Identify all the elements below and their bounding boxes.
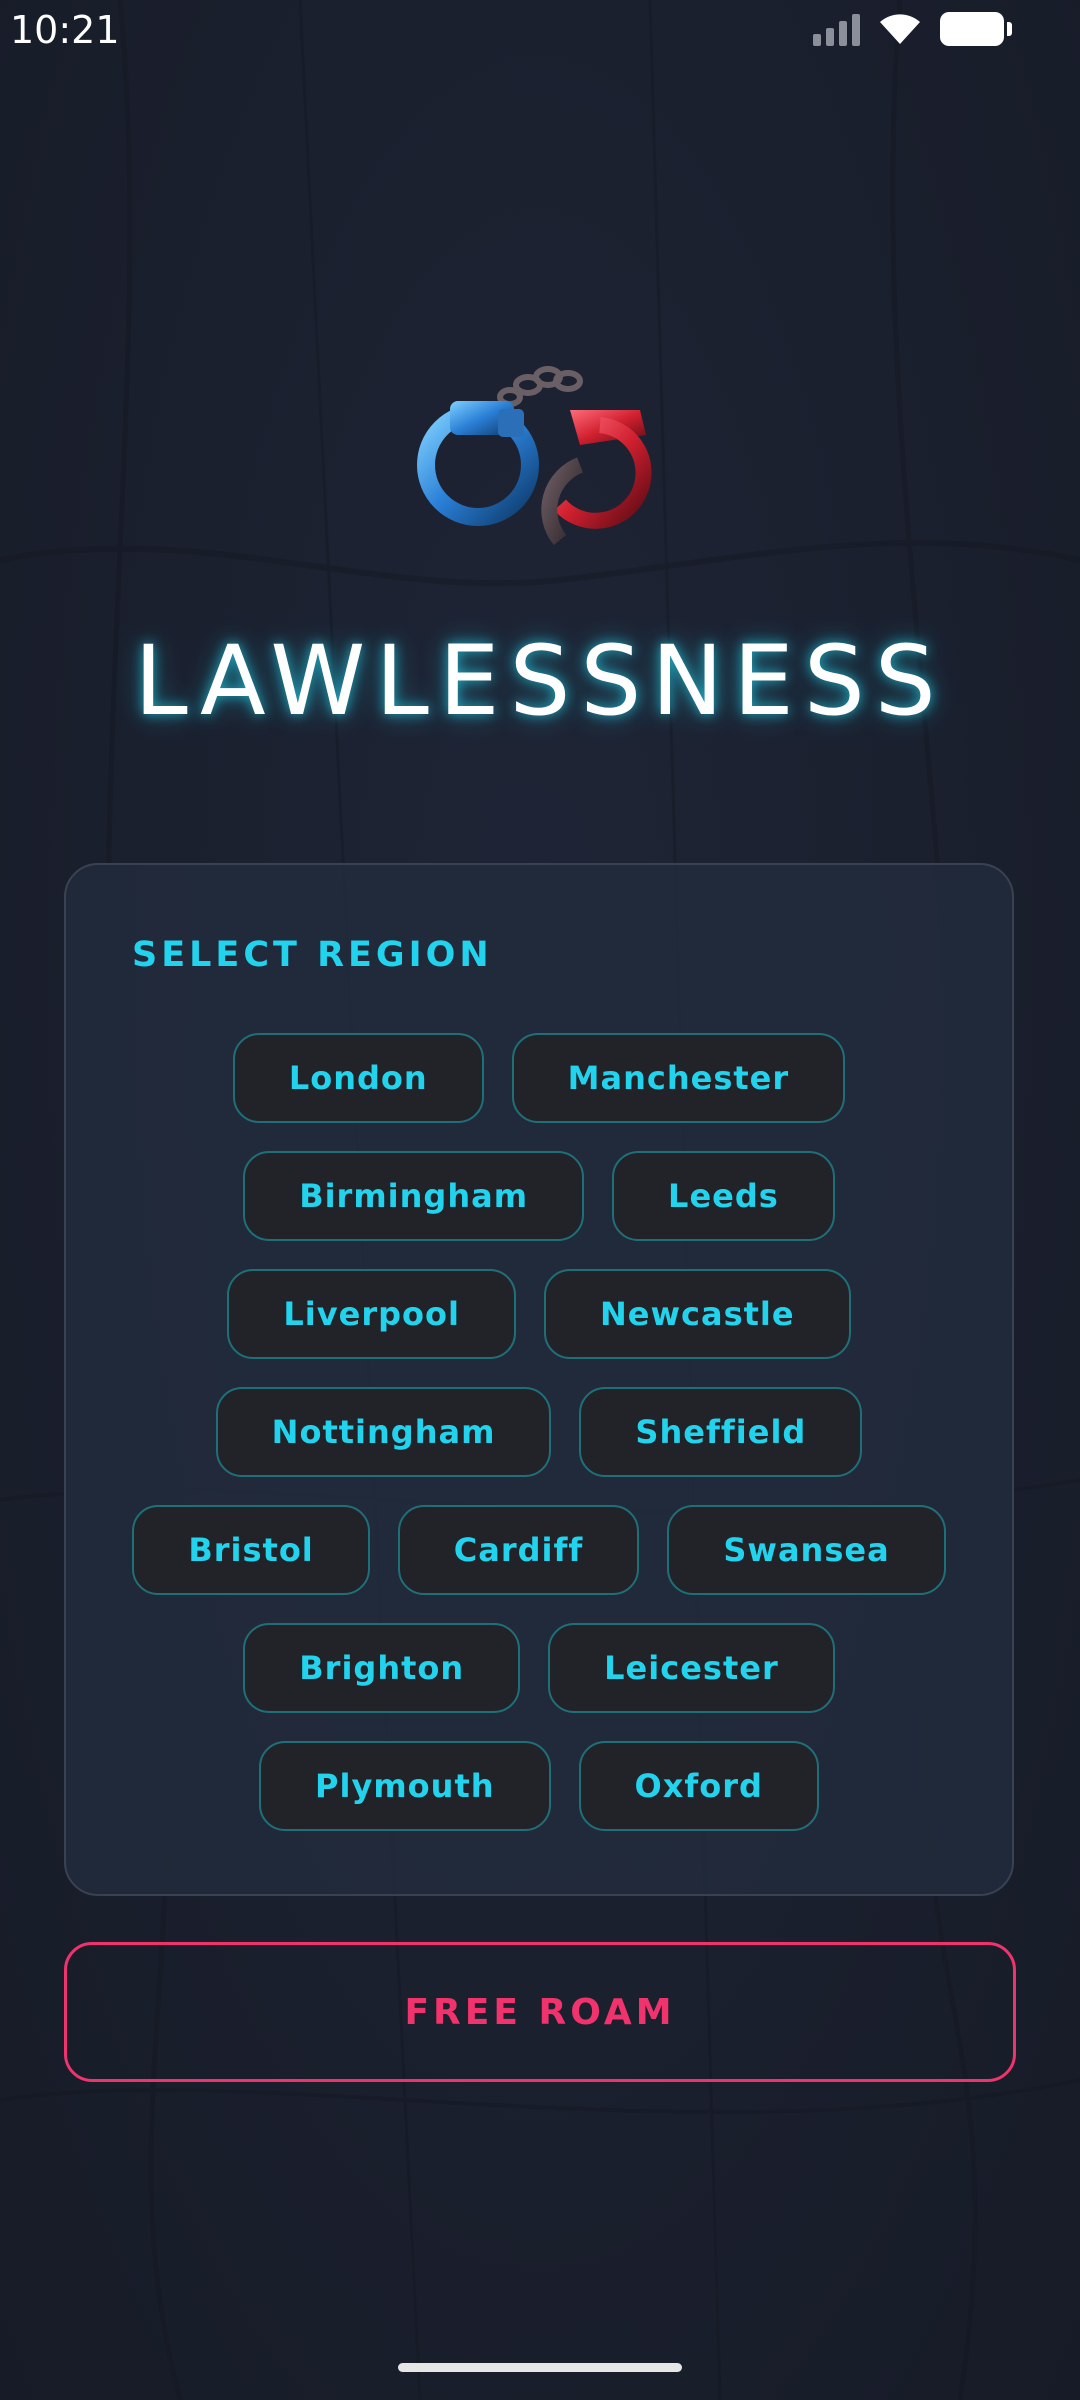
free-roam-button[interactable]: FREE ROAM xyxy=(64,1942,1016,2082)
region-chip-leeds[interactable]: Leeds xyxy=(612,1151,835,1241)
home-indicator[interactable] xyxy=(398,2363,682,2372)
region-chip-brighton[interactable]: Brighton xyxy=(243,1623,521,1713)
region-chip-row: Birmingham Leeds xyxy=(66,1151,1012,1241)
handcuffs-icon xyxy=(417,366,652,546)
app-screen: 10:21 LAWLESSNESS SELECT REGION London M… xyxy=(0,0,1080,2400)
battery-icon xyxy=(940,12,1012,46)
app-title: LAWLESSNESS xyxy=(134,625,946,737)
status-time: 10:21 xyxy=(10,8,120,52)
region-chip-row: Bristol Cardiff Swansea xyxy=(66,1505,1012,1595)
region-chip-row: Liverpool Newcastle xyxy=(66,1269,1012,1359)
region-chip-london[interactable]: London xyxy=(232,1033,484,1123)
region-chip-cardiff[interactable]: Cardiff xyxy=(397,1505,640,1595)
region-chip-birmingham[interactable]: Birmingham xyxy=(243,1151,585,1241)
region-chip-newcastle[interactable]: Newcastle xyxy=(543,1269,851,1359)
status-bar: 10:21 xyxy=(0,0,1080,62)
region-heading: SELECT REGION xyxy=(132,935,493,975)
region-chip-liverpool[interactable]: Liverpool xyxy=(227,1269,516,1359)
region-chip-sheffield[interactable]: Sheffield xyxy=(579,1387,863,1477)
region-select-card: SELECT REGION London Manchester Birmingh… xyxy=(64,863,1014,1896)
wifi-icon xyxy=(880,14,920,44)
region-chip-plymouth[interactable]: Plymouth xyxy=(259,1741,551,1831)
region-chip-bristol[interactable]: Bristol xyxy=(132,1505,370,1595)
region-chip-row: London Manchester xyxy=(66,1033,1012,1123)
region-chip-leicester[interactable]: Leicester xyxy=(548,1623,835,1713)
region-chip-row: Nottingham Sheffield xyxy=(66,1387,1012,1477)
region-chip-manchester[interactable]: Manchester xyxy=(511,1033,846,1123)
region-chip-row: Brighton Leicester xyxy=(66,1623,1012,1713)
region-chip-oxford[interactable]: Oxford xyxy=(578,1741,819,1831)
region-chip-list: London Manchester Birmingham Leeds Liver… xyxy=(66,1033,1012,1831)
status-icons xyxy=(813,12,1012,46)
region-chip-row: Plymouth Oxford xyxy=(66,1741,1012,1831)
signal-icon xyxy=(813,12,860,46)
region-chip-swansea[interactable]: Swansea xyxy=(667,1505,946,1595)
region-chip-nottingham[interactable]: Nottingham xyxy=(215,1387,552,1477)
